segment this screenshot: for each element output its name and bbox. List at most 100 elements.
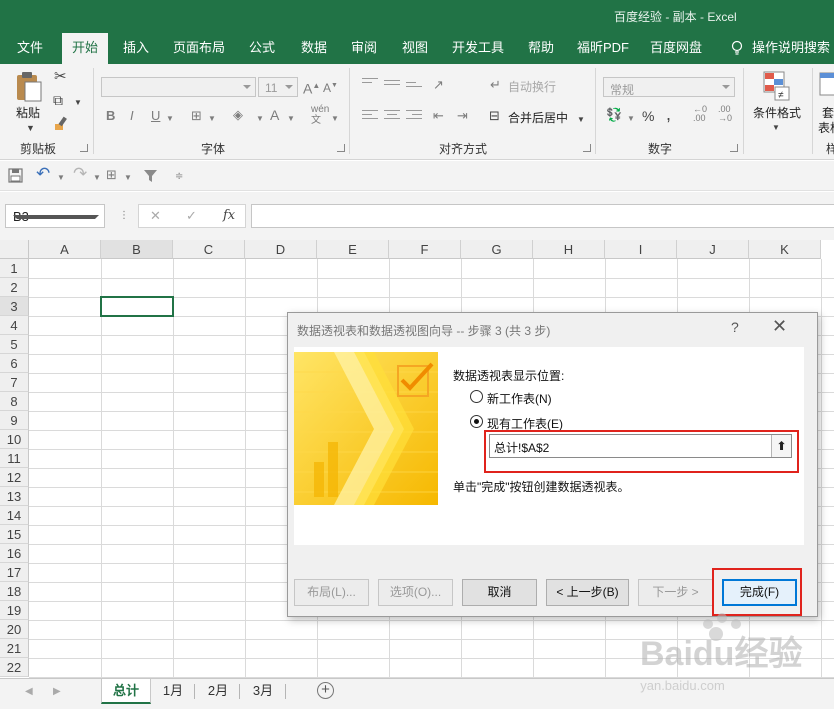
row-header[interactable]: 12 [0, 468, 29, 487]
row-header[interactable]: 7 [0, 373, 29, 392]
row-header[interactable]: 1 [0, 259, 29, 278]
row-header[interactable]: 3 [0, 297, 29, 316]
tab-page-layout[interactable]: 页面布局 [170, 31, 228, 64]
save-icon[interactable] [8, 168, 23, 183]
font-size-combo[interactable]: 11 [258, 77, 298, 97]
formula-input[interactable] [251, 204, 834, 228]
row-header[interactable]: 21 [0, 639, 29, 658]
sheet-tab-jan[interactable]: 1月 [156, 679, 190, 704]
accounting-format-icon[interactable]: 💱 [606, 107, 622, 123]
row-header[interactable]: 2 [0, 278, 29, 297]
row-header[interactable]: 9 [0, 411, 29, 430]
select-all-corner[interactable] [0, 240, 29, 259]
font-grow-icon[interactable]: A▲ [303, 78, 320, 97]
redo-dropdown-icon[interactable]: ▼ [93, 170, 101, 186]
paste-label[interactable]: 粘贴 [16, 104, 40, 121]
row-header[interactable]: 15 [0, 525, 29, 544]
layout-button[interactable]: 布局(L)... [294, 579, 369, 606]
wrap-text-label[interactable]: 自动换行 [508, 78, 556, 95]
column-header[interactable]: H [533, 240, 605, 259]
align-middle-icon[interactable] [384, 80, 400, 92]
tab-tell-me-search[interactable]: 操作说明搜索 [752, 31, 834, 64]
align-top-icon[interactable] [362, 78, 378, 90]
tab-home[interactable]: 开始 [62, 33, 108, 64]
phonetic-dropdown-icon[interactable]: ▼ [331, 111, 339, 127]
tab-data[interactable]: 数据 [294, 31, 334, 64]
row-header[interactable]: 20 [0, 620, 29, 639]
column-header[interactable]: J [677, 240, 749, 259]
selected-cell[interactable] [100, 296, 174, 317]
new-sheet-label[interactable]: 新工作表(N) [487, 390, 552, 407]
scroll-right-icon[interactable]: ▶ [53, 684, 61, 700]
orientation-icon[interactable]: ↗ [433, 77, 444, 93]
format-as-table-label-2[interactable]: 表格格 [818, 119, 834, 136]
clipboard-launcher-icon[interactable] [80, 144, 88, 152]
new-sheet-radio[interactable] [470, 390, 483, 403]
tab-formulas[interactable]: 公式 [242, 31, 282, 64]
back-button[interactable]: < 上一步(B) [546, 579, 629, 606]
form-icon[interactable]: ⊞ [106, 167, 117, 183]
add-sheet-button[interactable]: + [317, 682, 334, 699]
row-header[interactable]: 14 [0, 506, 29, 525]
borders-icon[interactable]: ⊞ [191, 108, 202, 124]
existing-sheet-radio[interactable] [470, 415, 483, 428]
column-header[interactable]: G [461, 240, 533, 259]
font-launcher-icon[interactable] [337, 144, 345, 152]
row-header[interactable]: 11 [0, 449, 29, 468]
sheet-tab-feb[interactable]: 2月 [201, 679, 235, 704]
merge-center-icon[interactable]: ⊟ [489, 108, 500, 124]
paste-icon[interactable] [14, 70, 44, 102]
row-header[interactable]: 19 [0, 601, 29, 620]
underline-icon[interactable]: U [151, 108, 160, 124]
copy-icon[interactable]: ⧉ [53, 92, 63, 108]
increase-indent-icon[interactable]: ⇥ [457, 108, 468, 124]
row-header[interactable]: 16 [0, 544, 29, 563]
fill-color-icon[interactable]: ◈ [233, 107, 243, 123]
row-header[interactable]: 18 [0, 582, 29, 601]
format-painter-icon[interactable] [53, 115, 71, 131]
tab-view[interactable]: 视图 [395, 31, 435, 64]
column-header[interactable]: C [173, 240, 245, 259]
conditional-format-dropdown-icon[interactable]: ▼ [772, 120, 780, 136]
undo-dropdown-icon[interactable]: ▼ [57, 170, 65, 186]
alignment-launcher-icon[interactable] [583, 144, 591, 152]
accounting-dropdown-icon[interactable]: ▼ [627, 111, 635, 127]
help-button[interactable]: ? [731, 319, 739, 335]
font-shrink-icon[interactable]: A▼ [323, 78, 338, 96]
align-center-icon[interactable] [384, 110, 400, 122]
decrease-decimal-icon[interactable]: .00 →0 [718, 105, 732, 123]
column-header[interactable]: A [29, 240, 101, 259]
row-header[interactable]: 13 [0, 487, 29, 506]
row-header[interactable]: 22 [0, 658, 29, 677]
copy-dropdown-icon[interactable]: ▼ [74, 95, 82, 111]
name-box[interactable]: B3 [5, 204, 105, 228]
row-header[interactable]: 8 [0, 392, 29, 411]
column-header[interactable]: B [101, 240, 173, 259]
underline-dropdown-icon[interactable]: ▼ [166, 111, 174, 127]
merge-dropdown-icon[interactable]: ▼ [577, 112, 585, 128]
comma-style-icon[interactable]: , [666, 105, 671, 123]
column-header[interactable]: F [389, 240, 461, 259]
close-button[interactable]: ✕ [772, 316, 787, 337]
chevron-down-icon[interactable]: ▼ [26, 120, 35, 136]
filter-icon[interactable] [143, 169, 158, 183]
font-name-combo[interactable] [101, 77, 256, 97]
decrease-indent-icon[interactable]: ⇤ [433, 108, 444, 124]
percent-icon[interactable]: % [642, 108, 654, 124]
tab-insert[interactable]: 插入 [116, 31, 156, 64]
borders-dropdown-icon[interactable]: ▼ [208, 111, 216, 127]
italic-icon[interactable]: I [130, 108, 134, 124]
font-color-icon[interactable]: A [270, 107, 279, 123]
row-header[interactable]: 5 [0, 335, 29, 354]
wrap-text-icon[interactable]: ↵ [490, 77, 501, 93]
cancel-entry-icon[interactable]: ✕ [150, 208, 161, 224]
enter-entry-icon[interactable]: ✓ [186, 208, 197, 224]
redo-icon[interactable]: ↷ [73, 165, 87, 182]
form-dropdown-icon[interactable]: ▼ [124, 170, 132, 186]
undo-icon[interactable]: ↶ [36, 165, 50, 182]
fill-color-dropdown-icon[interactable]: ▼ [256, 111, 264, 127]
tab-foxit-pdf[interactable]: 福昕PDF [574, 31, 632, 64]
font-color-dropdown-icon[interactable]: ▼ [287, 111, 295, 127]
align-bottom-icon[interactable] [406, 82, 422, 94]
tab-help[interactable]: 帮助 [521, 31, 561, 64]
